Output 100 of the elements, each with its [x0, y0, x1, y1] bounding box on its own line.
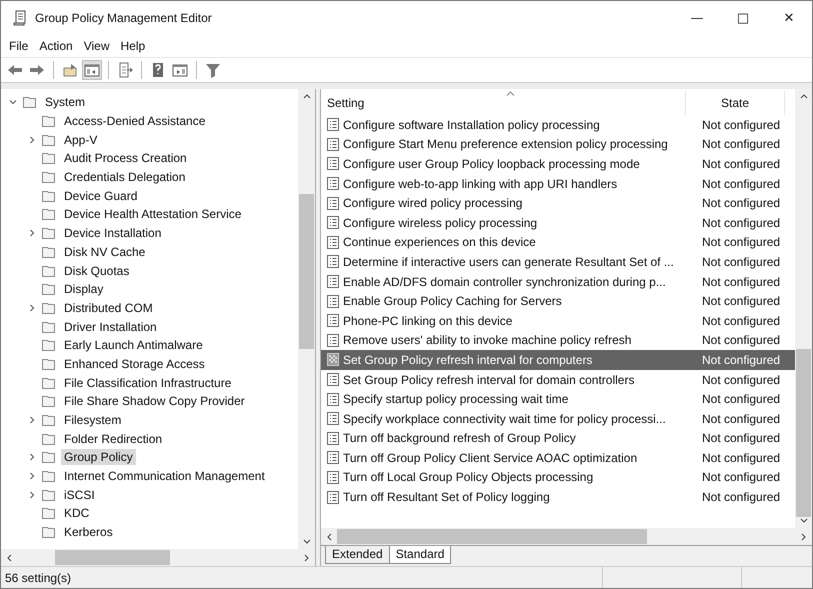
menu-item[interactable]: View [80, 39, 116, 53]
tree-item[interactable]: Filesystem [61, 412, 124, 428]
expanded-chevron-icon[interactable] [9, 98, 17, 106]
column-header[interactable]: Setting [321, 91, 686, 115]
table-row[interactable]: Enable AD/DFS domain controller synchronization during p... Not configured [321, 272, 795, 292]
scroll-down-icon[interactable] [302, 539, 310, 545]
table-cell-text: Not configured [701, 274, 780, 289]
tree-item[interactable]: Driver Installation [61, 318, 160, 335]
tree-item[interactable]: Disk Quotas [61, 262, 132, 279]
table-cell-text: Enable AD/DFS domain controller synchronization during p... [343, 274, 667, 289]
table-row[interactable]: Configure wired policy processing Not configured [321, 193, 795, 213]
table-row[interactable]: Turn off Resultant Set of Policy logging Not configured [321, 487, 795, 507]
scroll-right-icon[interactable] [304, 554, 310, 562]
table-row[interactable]: Set Group Policy refresh interval for computers Not configured [321, 350, 795, 370]
close-button[interactable]: ✕ [766, 1, 812, 35]
view-tab[interactable]: Standard [388, 546, 452, 564]
table-row[interactable]: Set Group Policy refresh interval for domain controllers Not configured [321, 370, 795, 390]
folder-icon [42, 395, 56, 408]
collapsed-chevron-icon[interactable] [28, 416, 36, 424]
minimize-button[interactable]: — [674, 1, 720, 35]
tree-item[interactable]: Internet Communication Management [61, 468, 268, 484]
tree-item[interactable]: Group Policy [61, 449, 136, 466]
collapsed-chevron-icon[interactable] [28, 136, 36, 144]
scroll-left-icon[interactable] [6, 554, 12, 562]
table-row[interactable]: Phone-PC linking on this device Not configured [321, 310, 795, 331]
tree-item[interactable]: Distributed COM [61, 300, 156, 316]
vertical-scrollbar[interactable] [795, 89, 812, 528]
folder-icon [42, 227, 56, 240]
show-tree-button[interactable] [82, 60, 102, 80]
tree-item[interactable]: Device Installation [61, 225, 164, 242]
table-row[interactable]: Enable Group Policy Caching for Servers Not configured [321, 291, 795, 311]
tree-item[interactable]: Early Launch Antimalware [61, 337, 206, 354]
table-row[interactable]: Turn off Local Group Policy Objects processing Not configured [321, 468, 795, 488]
collapsed-chevron-icon[interactable] [28, 490, 36, 499]
table-cell-text: Set Group Policy refresh interval for domain controllers [343, 372, 636, 387]
table-row[interactable]: Configure software Installation policy processing Not configured [321, 115, 795, 135]
collapsed-chevron-icon[interactable] [28, 472, 36, 480]
list-document-icon [327, 236, 339, 249]
table-row[interactable]: Determine if interactive users can generate Resultant Set of ... Not configured [321, 252, 795, 272]
tree-item[interactable]: Enhanced Storage Access [61, 356, 208, 372]
scroll-right-icon[interactable] [801, 532, 807, 540]
list-document-icon [327, 432, 339, 445]
table-row[interactable]: Configure Start Menu preference extension policy processing Not configured [321, 134, 795, 154]
menu-item[interactable]: Help [116, 39, 152, 53]
collapsed-chevron-icon[interactable] [28, 304, 36, 312]
tree-item[interactable]: Credentials Delegation [61, 169, 188, 186]
folder-icon [42, 432, 56, 445]
menu-item[interactable]: File [5, 39, 36, 53]
collapsed-chevron-icon[interactable] [28, 453, 36, 462]
tree-item[interactable]: Access-Denied Assistance [61, 113, 208, 130]
folder-icon [42, 507, 56, 520]
tree-item[interactable]: File Share Shadow Copy Provider [61, 393, 248, 410]
scroll-left-icon[interactable] [326, 532, 332, 540]
tree-item[interactable]: System [42, 94, 88, 110]
tree-item[interactable]: Folder Redirection [61, 430, 166, 447]
tree-item[interactable]: iSCSI [61, 486, 98, 503]
table-cell-text: Not configured [701, 235, 780, 250]
table-cell-text: Not configured [701, 372, 780, 387]
menu-item[interactable]: Action [35, 39, 80, 53]
maximize-button[interactable]: □ [720, 1, 766, 35]
collapsed-chevron-icon[interactable] [28, 229, 36, 238]
table-row[interactable]: Continue experiences on this device Not configured [321, 232, 795, 252]
table-cell-text: Not configured [701, 470, 780, 484]
right-arrow-icon [29, 62, 45, 78]
vertical-scrollbar[interactable] [298, 89, 315, 549]
pane-window-icon [84, 62, 100, 78]
table-cell-text: Not configured [701, 294, 780, 308]
tree-item[interactable]: KDC [61, 505, 92, 522]
tree-item[interactable]: Disk NV Cache [61, 244, 148, 260]
table-row[interactable]: Specify startup policy processing wait time Not configured [321, 389, 795, 409]
table-cell-text: Phone-PC linking on this device [343, 314, 514, 328]
table-row[interactable]: Turn off background refresh of Group Policy Not configured [321, 428, 795, 448]
folder-icon [42, 171, 56, 184]
tree-item[interactable]: File Classification Infrastructure [61, 374, 234, 391]
folder-icon [42, 115, 56, 128]
table-cell-text: Configure Start Menu preference extension policy processing [343, 137, 669, 152]
folder-icon [42, 190, 56, 202]
table-row[interactable]: Configure wireless policy processing Not configured [321, 212, 795, 233]
table-row[interactable]: Configure user Group Policy loopback processing mode Not configured [321, 154, 795, 174]
table-row[interactable]: Turn off Group Policy Client Service AOAC optimization Not configured [321, 448, 795, 468]
tree-item[interactable]: Display [61, 281, 106, 298]
scroll-down-icon[interactable] [800, 518, 808, 524]
scroll-up-icon[interactable] [800, 93, 808, 99]
list-document-icon [327, 294, 339, 308]
list-document-icon [327, 177, 339, 190]
table-row[interactable]: Specify workplace connectivity wait time for policy processi... Not configured [321, 408, 795, 428]
horizontal-scrollbar[interactable] [321, 528, 812, 545]
scroll-up-icon[interactable] [302, 93, 310, 99]
tree-item[interactable]: App-V [61, 132, 100, 148]
tree-item[interactable]: Kerberos [61, 524, 116, 540]
table-row[interactable]: Configure web-to-app linking with app URI handlers Not configured [321, 174, 795, 194]
view-tab[interactable]: Extended [325, 546, 390, 564]
table-cell-text: Configure web-to-app linking with app URI handlers [343, 176, 618, 191]
tree-item[interactable]: Audit Process Creation [61, 150, 190, 166]
table-cell-text: Configure software Installation policy processing [343, 118, 601, 132]
table-row[interactable]: Remove users' ability to invoke machine policy refresh Not configured [321, 330, 795, 350]
tree-item[interactable]: Device Guard [61, 188, 140, 204]
horizontal-scrollbar[interactable] [1, 549, 315, 566]
tree-item[interactable]: Device Health Attestation Service [61, 206, 244, 222]
column-header[interactable]: State [686, 91, 785, 115]
